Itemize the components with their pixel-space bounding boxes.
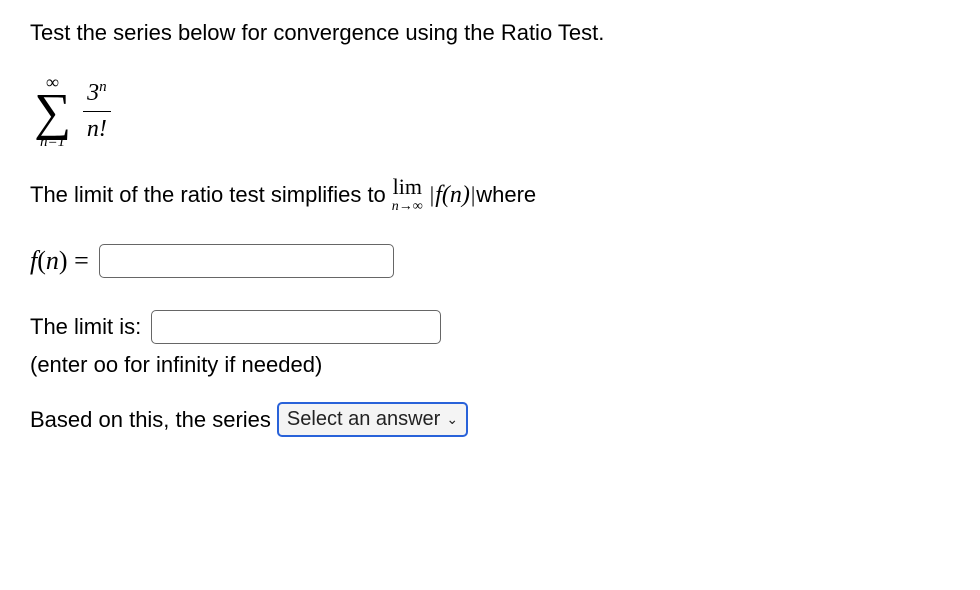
fn-equals-label: f(n) = <box>30 246 89 276</box>
sigma-group: ∞ ∑ n=1 <box>34 73 71 150</box>
limit-input[interactable] <box>151 310 441 344</box>
fn-expr: f(n) <box>435 182 470 208</box>
ratio-explanation: The limit of the ratio test simplifies t… <box>30 176 950 214</box>
conclusion-row: Based on this, the series Select an answ… <box>30 402 950 437</box>
infinity-note: (enter oo for infinity if needed) <box>30 352 950 378</box>
summation-term-fraction: 3n n! <box>83 78 111 145</box>
limit-subscript: n→∞ <box>392 200 423 214</box>
select-placeholder-text: Select an answer <box>287 408 440 431</box>
limit-notation: lim n→∞ <box>392 176 423 214</box>
conclusion-select[interactable]: Select an answer ⌄ <box>277 402 468 437</box>
fraction-numerator: 3n <box>83 78 111 112</box>
ratio-text-after: where <box>476 182 536 208</box>
limit-label: lim <box>393 176 422 198</box>
chevron-down-icon: ⌄ <box>446 411 458 428</box>
sigma-symbol: ∑ <box>34 91 71 135</box>
question-text: Test the series below for convergence us… <box>30 20 950 46</box>
summation-expression: ∞ ∑ n=1 3n n! <box>30 73 111 150</box>
numerator-exponent: n <box>99 79 107 95</box>
sigma-lower-bound: n=1 <box>40 135 65 150</box>
fn-input[interactable] <box>99 244 394 278</box>
numerator-base: 3 <box>87 80 99 106</box>
ratio-text-before: The limit of the ratio test simplifies t… <box>30 182 386 208</box>
limit-answer-row: The limit is: <box>30 310 950 344</box>
fraction-denominator: n! <box>87 112 107 145</box>
fn-answer-row: f(n) = <box>30 244 950 278</box>
abs-fn-expr: |f(n)| <box>429 182 476 209</box>
based-on-text: Based on this, the series <box>30 407 271 433</box>
limit-is-label: The limit is: <box>30 314 141 340</box>
